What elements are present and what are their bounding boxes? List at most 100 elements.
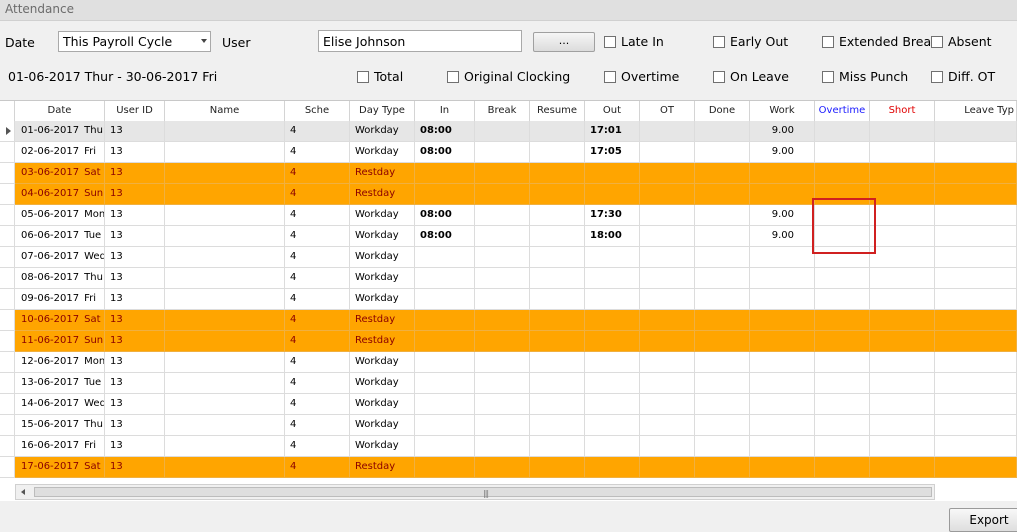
row-header[interactable] (0, 373, 15, 394)
original-clocking-checkbox[interactable]: Original Clocking (447, 69, 570, 84)
cell-date[interactable]: 07-06-2017 Wed (15, 247, 105, 268)
cell-in[interactable] (415, 247, 475, 268)
cell-day-type[interactable]: Workday (350, 289, 415, 310)
late-in-checkbox[interactable]: Late In (604, 34, 664, 49)
cell-done[interactable] (695, 268, 750, 289)
cell-in[interactable] (415, 436, 475, 457)
checkbox-box[interactable] (447, 70, 459, 83)
cell-work[interactable] (750, 268, 815, 289)
cell-short[interactable] (870, 352, 935, 373)
cell-overtime[interactable] (815, 394, 870, 415)
cell-name[interactable] (165, 163, 285, 184)
cell-short[interactable] (870, 415, 935, 436)
row-header[interactable] (0, 415, 15, 436)
total-checkbox[interactable]: Total (357, 69, 403, 84)
cell-resume[interactable] (530, 184, 585, 205)
table-row[interactable]: 13-06-2017 Tue 13 4 Workday (0, 373, 1017, 394)
cell-break[interactable] (475, 310, 530, 331)
cell-user-id[interactable]: 13 (105, 205, 165, 226)
cell-sche[interactable]: 4 (285, 226, 350, 247)
cell-user-id[interactable]: 13 (105, 352, 165, 373)
table-row[interactable]: 10-06-2017 Sat 13 4 Restday (0, 310, 1017, 331)
cell-work[interactable] (750, 184, 815, 205)
cell-user-id[interactable]: 13 (105, 415, 165, 436)
cell-user-id[interactable]: 13 (105, 226, 165, 247)
cell-ot[interactable] (640, 352, 695, 373)
column-header-leave[interactable]: Leave Typ (935, 101, 1017, 121)
cell-leave[interactable] (935, 310, 1017, 331)
row-header[interactable] (0, 289, 15, 310)
cell-break[interactable] (475, 352, 530, 373)
row-header[interactable] (0, 394, 15, 415)
cell-work[interactable] (750, 394, 815, 415)
cell-user-id[interactable]: 13 (105, 121, 165, 142)
cell-name[interactable] (165, 289, 285, 310)
cell-out[interactable] (585, 163, 640, 184)
cell-work[interactable]: 9.00 (750, 205, 815, 226)
cell-ot[interactable] (640, 310, 695, 331)
cell-sche[interactable]: 4 (285, 310, 350, 331)
column-header-break[interactable]: Break (475, 101, 530, 121)
cell-user-id[interactable]: 13 (105, 457, 165, 478)
overtime-checkbox[interactable]: Overtime (604, 69, 679, 84)
cell-sche[interactable]: 4 (285, 352, 350, 373)
cell-user-id[interactable]: 13 (105, 184, 165, 205)
cell-user-id[interactable]: 13 (105, 142, 165, 163)
cell-break[interactable] (475, 268, 530, 289)
row-header[interactable] (0, 457, 15, 478)
cell-short[interactable] (870, 268, 935, 289)
cell-overtime[interactable] (815, 457, 870, 478)
cell-break[interactable] (475, 436, 530, 457)
cell-short[interactable] (870, 310, 935, 331)
table-row[interactable]: 11-06-2017 Sun 13 4 Restday (0, 331, 1017, 352)
cell-date[interactable]: 15-06-2017 Thu (15, 415, 105, 436)
cell-sche[interactable]: 4 (285, 289, 350, 310)
cell-resume[interactable] (530, 415, 585, 436)
column-header-in[interactable]: In (415, 101, 475, 121)
cell-day-type[interactable]: Restday (350, 331, 415, 352)
checkbox-box[interactable] (822, 35, 834, 48)
cell-in[interactable] (415, 331, 475, 352)
cell-date[interactable]: 03-06-2017 Sat (15, 163, 105, 184)
cell-short[interactable] (870, 121, 935, 142)
cell-day-type[interactable]: Workday (350, 247, 415, 268)
cell-day-type[interactable]: Workday (350, 415, 415, 436)
cell-sche[interactable]: 4 (285, 205, 350, 226)
cell-user-id[interactable]: 13 (105, 436, 165, 457)
cell-out[interactable]: 17:01 (585, 121, 640, 142)
cell-done[interactable] (695, 163, 750, 184)
cell-day-type[interactable]: Workday (350, 121, 415, 142)
cell-name[interactable] (165, 247, 285, 268)
cell-leave[interactable] (935, 205, 1017, 226)
cell-in[interactable] (415, 163, 475, 184)
cell-in[interactable]: 08:00 (415, 226, 475, 247)
cell-done[interactable] (695, 310, 750, 331)
cell-break[interactable] (475, 373, 530, 394)
cell-done[interactable] (695, 352, 750, 373)
column-header-out[interactable]: Out (585, 101, 640, 121)
cell-break[interactable] (475, 415, 530, 436)
checkbox-box[interactable] (713, 35, 725, 48)
cell-in[interactable] (415, 373, 475, 394)
cell-resume[interactable] (530, 163, 585, 184)
row-header[interactable] (0, 205, 15, 226)
cell-ot[interactable] (640, 142, 695, 163)
cell-done[interactable] (695, 142, 750, 163)
scroll-left-icon[interactable] (21, 489, 25, 495)
cell-sche[interactable]: 4 (285, 436, 350, 457)
miss-punch-checkbox[interactable]: Miss Punch (822, 69, 908, 84)
cell-user-id[interactable]: 13 (105, 394, 165, 415)
cell-overtime[interactable] (815, 436, 870, 457)
cell-in[interactable] (415, 415, 475, 436)
cell-name[interactable] (165, 142, 285, 163)
cell-resume[interactable] (530, 268, 585, 289)
cell-date[interactable]: 08-06-2017 Thu (15, 268, 105, 289)
cell-done[interactable] (695, 247, 750, 268)
cell-done[interactable] (695, 436, 750, 457)
checkbox-box[interactable] (713, 70, 725, 83)
cell-date[interactable]: 04-06-2017 Sun (15, 184, 105, 205)
column-header-done[interactable]: Done (695, 101, 750, 121)
cell-date[interactable]: 05-06-2017 Mon (15, 205, 105, 226)
cell-ot[interactable] (640, 373, 695, 394)
row-header[interactable] (0, 331, 15, 352)
